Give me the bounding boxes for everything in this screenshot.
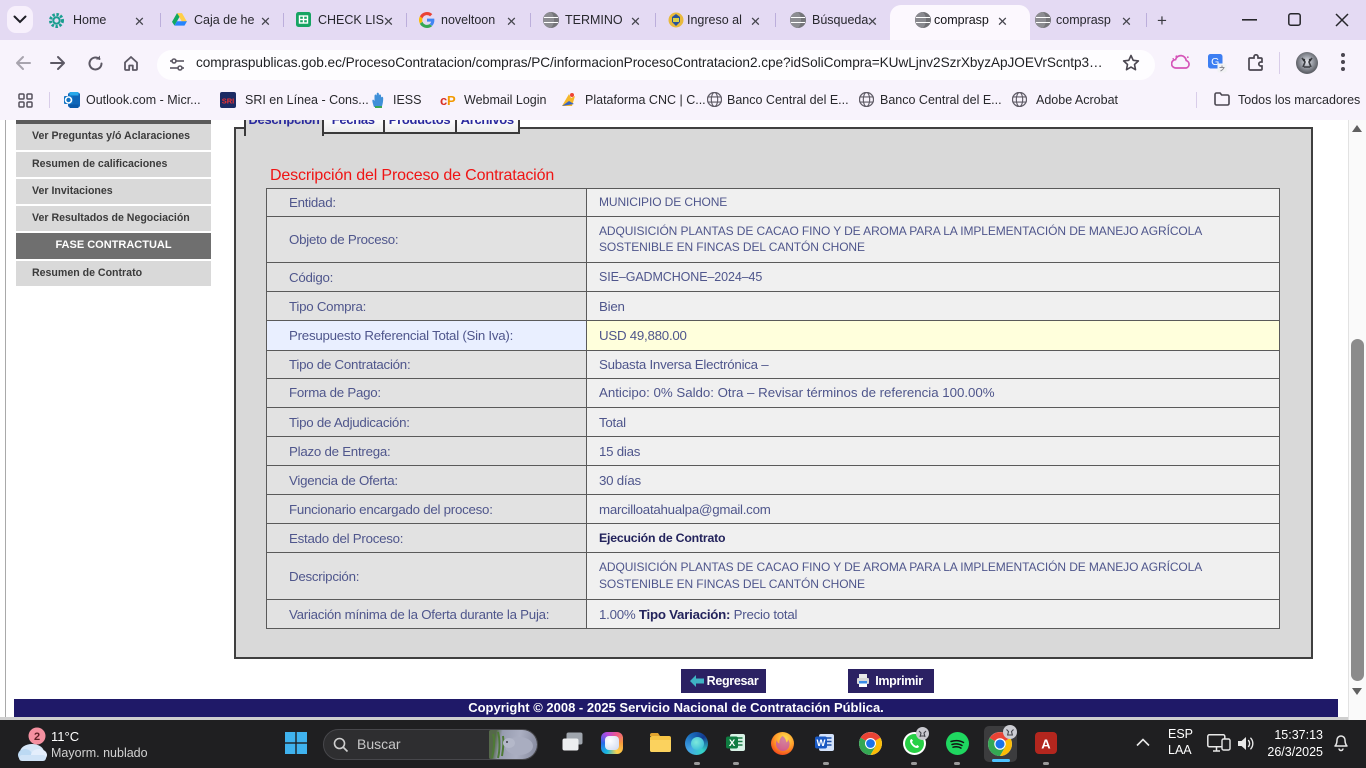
svg-text:W: W	[817, 738, 826, 749]
svg-text:2: 2	[34, 731, 40, 743]
svg-text:SRI: SRI	[222, 97, 235, 106]
svg-text:P: P	[447, 93, 456, 108]
svg-text:A: A	[1041, 737, 1051, 752]
svg-text:X: X	[729, 738, 736, 749]
